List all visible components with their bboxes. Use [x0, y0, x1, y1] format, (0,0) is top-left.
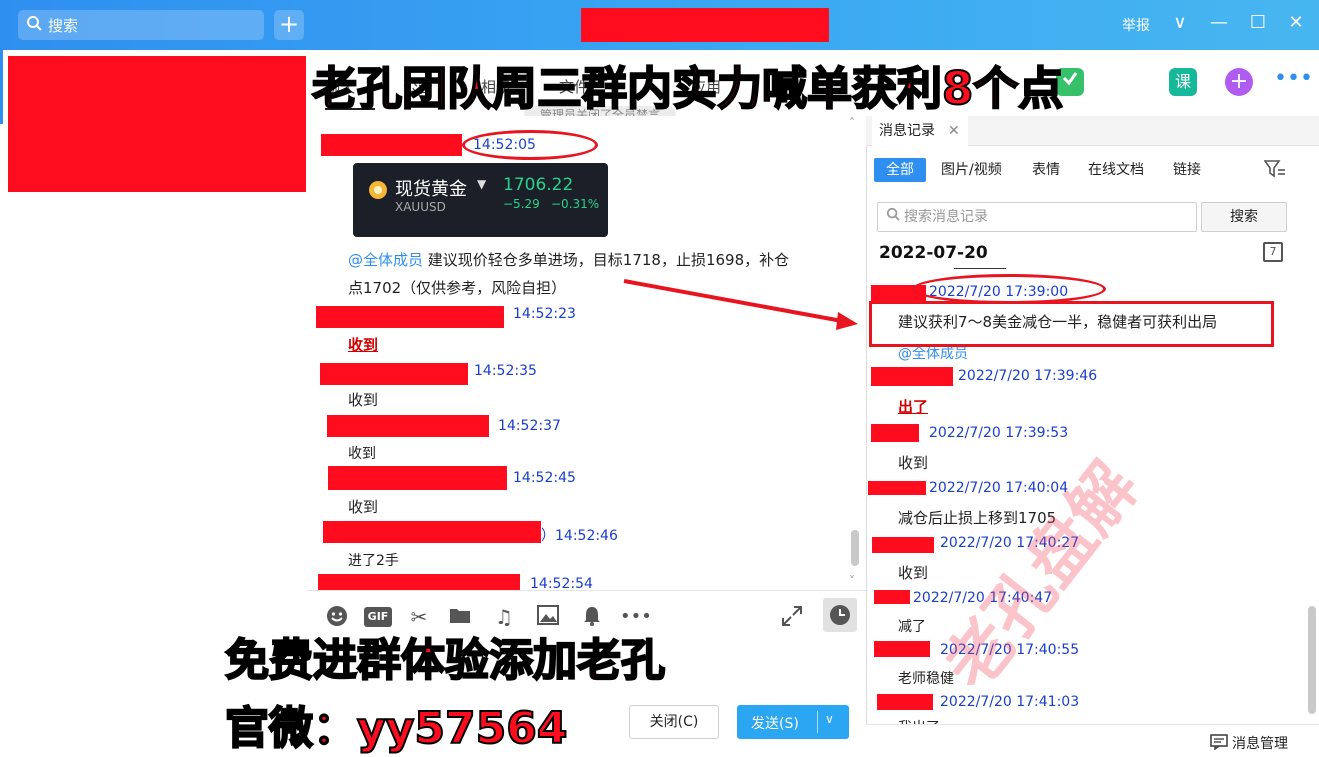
message-time: ）14:52:46: [541, 528, 618, 544]
history-tab-title: 消息记录: [879, 123, 935, 139]
close-icon[interactable]: ✕: [948, 116, 960, 146]
redacted-sender: [868, 481, 926, 495]
redacted-sender: [327, 415, 489, 437]
more-icon[interactable]: •••: [1274, 68, 1313, 96]
title-bar: 搜索 + 举报 ∨ — ☐ ✕: [0, 0, 1319, 50]
instrument-change-pct: −0.31%: [551, 197, 600, 211]
redacted-sender: [323, 521, 541, 543]
history-time: 2022/7/20 17:41:03: [940, 694, 1080, 710]
message-text: 收到: [348, 336, 379, 354]
maximize-button[interactable]: ☐: [1246, 12, 1270, 33]
message-management-link[interactable]: 消息管理: [1210, 733, 1288, 754]
message-text: 收到: [348, 446, 376, 462]
add-button[interactable]: +: [274, 10, 304, 40]
filter-funnel-icon[interactable]: [1263, 160, 1286, 182]
send-divider: [817, 711, 818, 733]
close-button[interactable]: 关闭(C): [629, 705, 719, 739]
redacted-sender: [877, 694, 933, 710]
gold-price-card[interactable]: 现货黄金 ▼ XAUUSD 1706.22 −5.29 −0.31%: [353, 163, 608, 237]
history-time: 2022/7/20 17:39:53: [929, 425, 1069, 441]
history-scrollbar[interactable]: [1308, 606, 1316, 714]
clock-icon[interactable]: [823, 598, 857, 632]
instrument-symbol: XAUUSD: [395, 200, 446, 214]
redacted-sender: [872, 537, 934, 553]
message-text: 收到: [348, 391, 379, 409]
history-search-placeholder: 搜索消息记录: [904, 209, 988, 225]
chevron-down-icon[interactable]: ˅: [849, 574, 855, 588]
highlight-ellipse: [912, 274, 1106, 304]
chevron-down-icon[interactable]: ∨: [825, 712, 834, 726]
course-icon[interactable]: 课: [1169, 68, 1197, 96]
date-underline: [954, 268, 1006, 269]
instrument-price: 1706.22: [503, 175, 574, 195]
send-button[interactable]: 发送(S) ∨: [737, 705, 849, 739]
highlight-ellipse: [462, 130, 598, 160]
promo-text-line1: 免费进群体验添加老孔: [224, 634, 666, 687]
filter-all[interactable]: 全部: [874, 158, 926, 182]
chevron-down-icon[interactable]: ∨: [1168, 12, 1192, 33]
history-text: 收到: [898, 564, 929, 582]
redacted-window-title: [581, 8, 829, 42]
message-time: 14:52:37: [498, 418, 561, 434]
calendar-icon[interactable]: 7: [1263, 242, 1283, 262]
report-link[interactable]: 举报: [1122, 15, 1150, 35]
filter-media[interactable]: 图片/视频: [941, 158, 1002, 182]
filter-stickers[interactable]: 表情: [1032, 158, 1060, 182]
gold-coin-icon: [369, 181, 387, 199]
message-text: @全体成员 建议现价轻仓多单进场，目标1718，止损1698，补仓: [348, 249, 789, 270]
redacted-conversation[interactable]: [8, 56, 306, 192]
message-text: 收到: [348, 498, 379, 516]
add-app-icon[interactable]: +: [1225, 68, 1253, 96]
history-text: 收到: [898, 454, 929, 472]
minimize-button[interactable]: —: [1207, 12, 1231, 33]
redacted-sender: [321, 134, 462, 156]
caret-down-icon: ▼: [477, 177, 487, 191]
filter-docs[interactable]: 在线文档: [1088, 158, 1144, 182]
highlight-box: [869, 301, 1274, 347]
filter-links[interactable]: 链接: [1173, 158, 1201, 182]
selected-indicator: [0, 50, 3, 124]
redacted-sender: [328, 466, 507, 490]
promo-text-line2: 官微：yy57564: [224, 702, 568, 755]
close-window-button[interactable]: ✕: [1284, 12, 1308, 33]
history-search-button[interactable]: 搜索: [1201, 202, 1287, 232]
instrument-change: −5.29: [503, 197, 540, 211]
mention-all[interactable]: @全体成员: [348, 251, 423, 269]
instrument-name: 现货黄金: [395, 179, 467, 200]
redacted-sender: [871, 424, 919, 442]
message-text-line2: 点1702（仅供参考，风险自担）: [348, 279, 567, 297]
search-icon: [26, 15, 42, 35]
message-management-icon: [1210, 734, 1228, 754]
chat-scrollbar[interactable]: [851, 530, 859, 566]
message-time: 14:52:45: [513, 470, 576, 486]
history-text: 减了: [898, 619, 926, 635]
search-icon: [886, 203, 900, 231]
redacted-sender: [871, 367, 953, 386]
chevron-up-icon[interactable]: ˄: [849, 116, 855, 130]
search-placeholder: 搜索: [48, 16, 79, 35]
message-text: 进了2手: [348, 553, 399, 569]
global-search-input[interactable]: 搜索: [18, 10, 264, 40]
message-text-line1: 建议现价轻仓多单进场，目标1718，止损1698，补仓: [423, 251, 790, 269]
redacted-sender: [874, 590, 910, 604]
history-tab[interactable]: 消息记录 ✕: [872, 116, 968, 146]
overlay-title: 老孔团队周三群内实力喊单获利8个点: [311, 61, 1064, 116]
history-text: 老师稳健: [898, 671, 954, 687]
history-text: 出了: [898, 398, 929, 416]
message-time: 14:52:23: [513, 306, 576, 322]
history-time: 2022/7/20 17:39:46: [958, 368, 1098, 384]
history-date: 2022-07-20: [879, 243, 988, 263]
history-search-input[interactable]: 搜索消息记录: [877, 202, 1197, 232]
send-label: 发送(S): [751, 716, 799, 732]
redacted-sender: [318, 574, 520, 590]
redacted-sender: [316, 306, 504, 328]
message-management-label: 消息管理: [1232, 736, 1288, 752]
message-time: 14:52:35: [474, 363, 537, 379]
redacted-sender: [320, 363, 468, 385]
expand-icon[interactable]: [780, 605, 804, 629]
